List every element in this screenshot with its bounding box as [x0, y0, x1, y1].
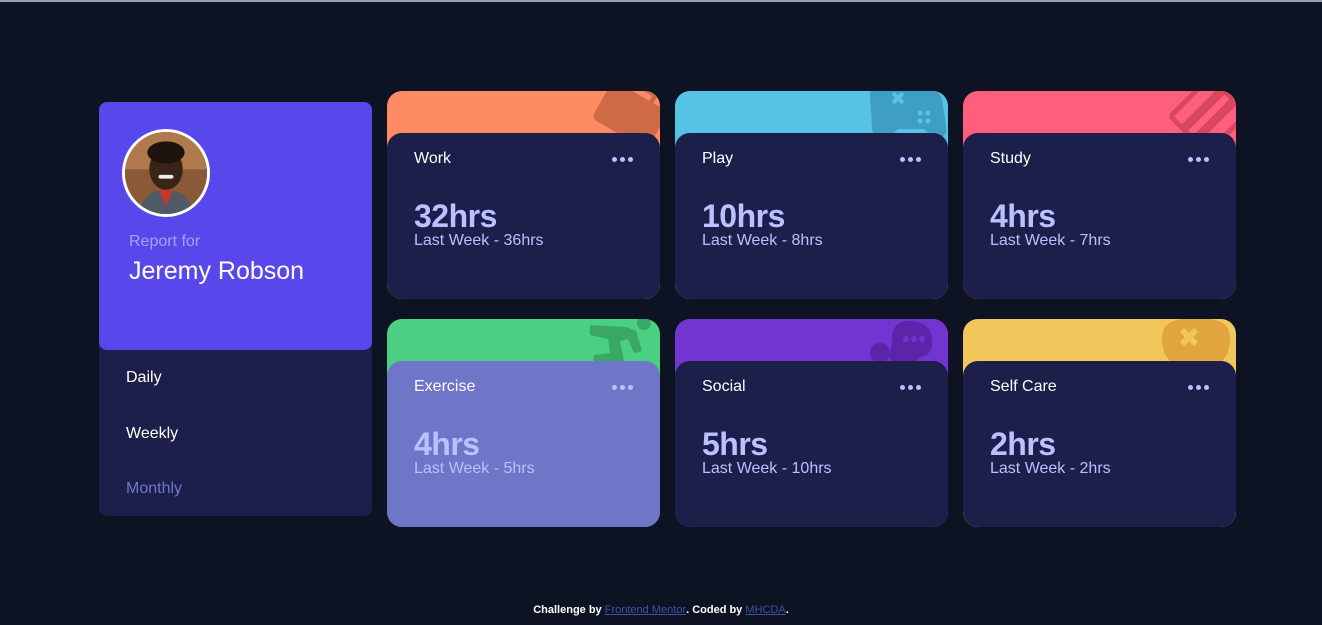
avatar-image [125, 132, 207, 214]
user-name: Jeremy Robson [129, 257, 305, 285]
profile-card: Report for Jeremy Robson Daily Weekly Mo… [99, 102, 372, 516]
attribution-footer: Challenge by Frontend Mentor. Coded by M… [0, 604, 1322, 616]
card-title: Self Care [990, 378, 1057, 395]
current-hours: 2hrs [990, 426, 1056, 462]
card-title: Social [702, 378, 746, 395]
report-for-label: Report for [129, 233, 201, 250]
ellipsis-icon[interactable] [612, 156, 634, 164]
card-play[interactable]: Play 10hrs Last Week - 8hrs [675, 91, 948, 299]
card-study[interactable]: Study 4hrs Last Week - 7hrs [963, 91, 1236, 299]
card-social-panel: Social 5hrs Last Week - 10hrs [675, 361, 948, 527]
current-hours: 4hrs [414, 426, 480, 462]
previous-hours: Last Week - 10hrs [702, 460, 832, 477]
previous-hours: Last Week - 5hrs [414, 460, 535, 477]
card-play-panel: Play 10hrs Last Week - 8hrs [675, 133, 948, 299]
ellipsis-icon[interactable] [1188, 156, 1210, 164]
card-exercise-panel: Exercise 4hrs Last Week - 5hrs [387, 361, 660, 527]
ellipsis-icon[interactable] [900, 384, 922, 392]
card-social[interactable]: Social 5hrs Last Week - 10hrs [675, 319, 948, 527]
card-work-panel: Work 32hrs Last Week - 36hrs [387, 133, 660, 299]
footer-end: . [785, 604, 789, 616]
card-title: Study [990, 150, 1031, 167]
period-monthly-button[interactable]: Monthly [126, 480, 182, 498]
current-hours: 10hrs [702, 198, 785, 234]
card-title: Exercise [414, 378, 476, 395]
current-hours: 4hrs [990, 198, 1056, 234]
ellipsis-icon[interactable] [612, 384, 634, 392]
challenge-by-text: Challenge by [533, 604, 602, 616]
profile-header: Report for Jeremy Robson [99, 102, 372, 350]
previous-hours: Last Week - 7hrs [990, 232, 1111, 249]
window-top-border [0, 0, 1322, 2]
current-hours: 5hrs [702, 426, 768, 462]
current-hours: 32hrs [414, 198, 497, 234]
card-self-care[interactable]: Self Care 2hrs Last Week - 2hrs [963, 319, 1236, 527]
card-exercise[interactable]: Exercise 4hrs Last Week - 5hrs [387, 319, 660, 527]
author-link[interactable]: MHCDA [745, 604, 785, 616]
card-title: Work [414, 150, 452, 167]
card-study-panel: Study 4hrs Last Week - 7hrs [963, 133, 1236, 299]
period-daily-button[interactable]: Daily [126, 369, 162, 387]
previous-hours: Last Week - 8hrs [702, 232, 823, 249]
frontend-mentor-link[interactable]: Frontend Mentor [605, 604, 686, 616]
ellipsis-icon[interactable] [1188, 384, 1210, 392]
coded-by-text: . Coded by [686, 604, 743, 616]
previous-hours: Last Week - 2hrs [990, 460, 1111, 477]
avatar [122, 129, 210, 217]
card-self-care-panel: Self Care 2hrs Last Week - 2hrs [963, 361, 1236, 527]
previous-hours: Last Week - 36hrs [414, 232, 544, 249]
card-title: Play [702, 150, 734, 167]
period-weekly-button[interactable]: Weekly [126, 425, 178, 443]
card-work[interactable]: Work 32hrs Last Week - 36hrs [387, 91, 660, 299]
ellipsis-icon[interactable] [900, 156, 922, 164]
